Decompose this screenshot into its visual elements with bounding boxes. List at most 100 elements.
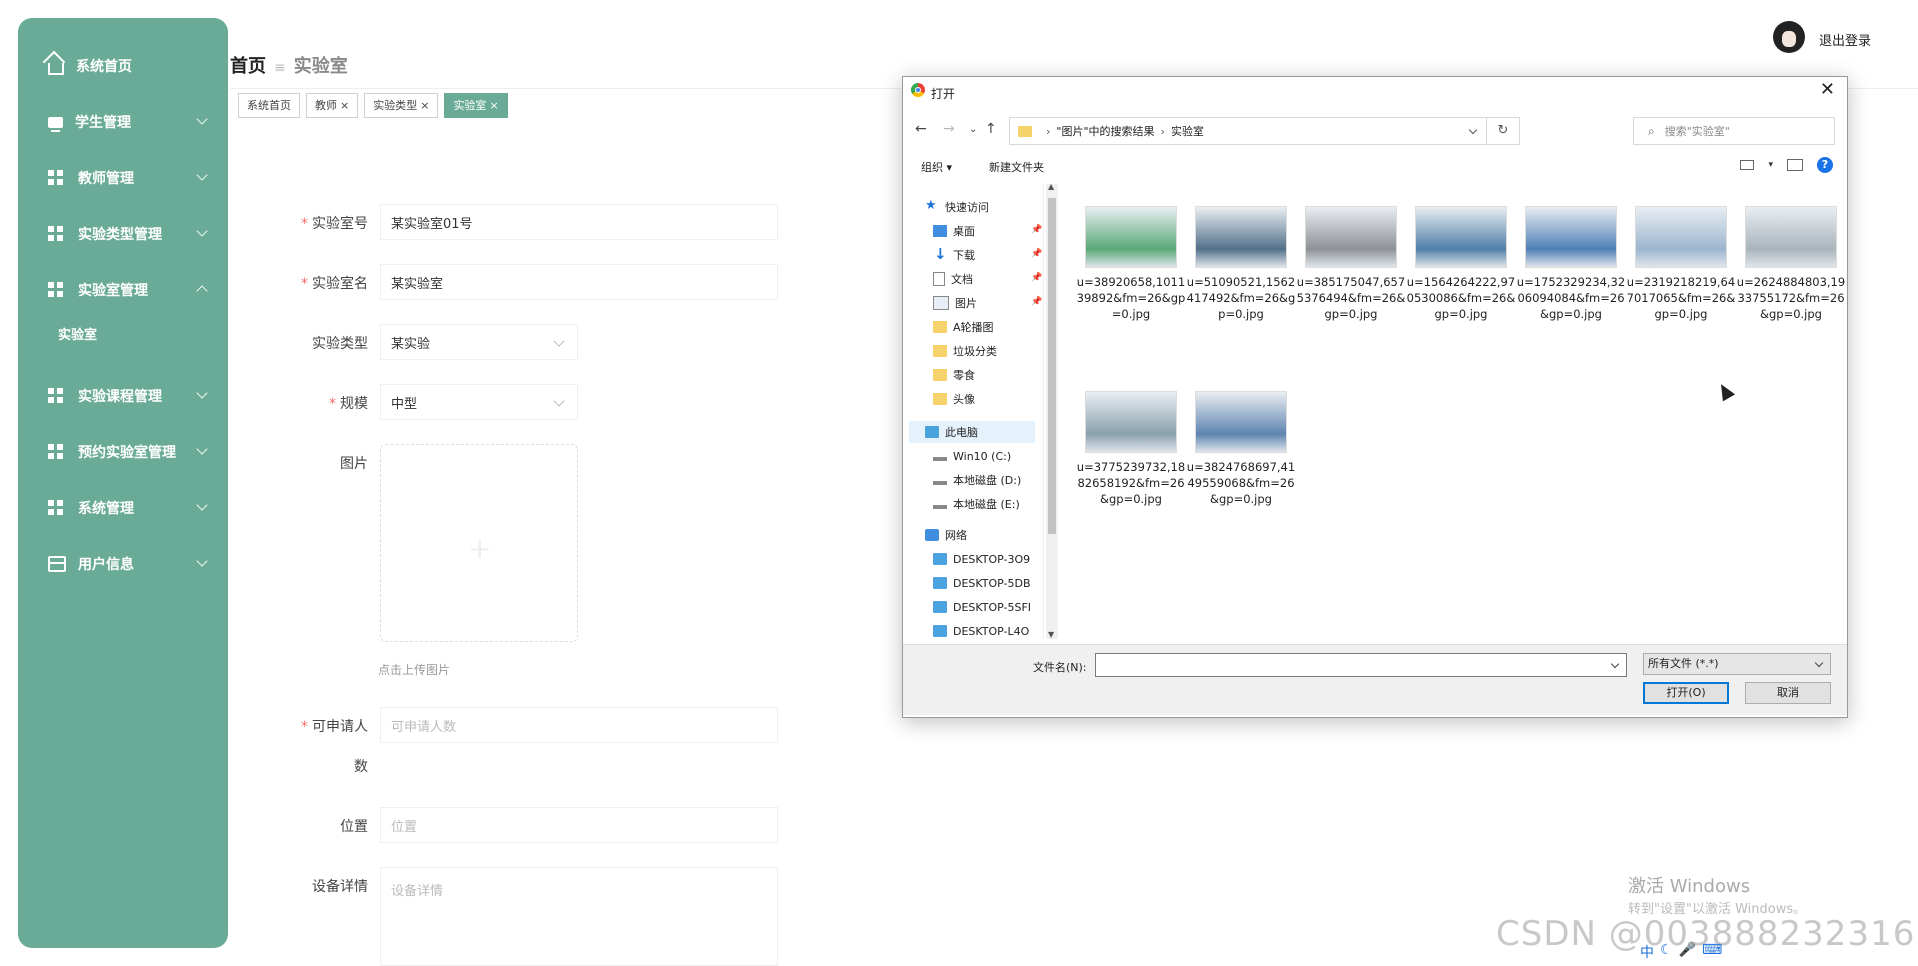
lab-name-input[interactable]: 某实验室	[380, 264, 778, 300]
drive-icon	[933, 457, 947, 461]
open-button[interactable]: 打开(O)	[1643, 682, 1729, 704]
sidebar-item-teachers[interactable]: 教师管理	[18, 158, 228, 198]
up-arrow-icon[interactable]: ↑	[985, 121, 997, 137]
image-thumbnail	[1085, 391, 1177, 453]
microphone-icon[interactable]: 🎤	[1679, 942, 1696, 962]
tree-item[interactable]: DESKTOP-L4O	[933, 620, 1029, 639]
tree-item[interactable]: 桌面	[933, 220, 975, 242]
sidebar-item-label: 系统管理	[78, 501, 134, 517]
sidebar-item-user-info[interactable]: 用户信息	[18, 544, 228, 584]
file-item[interactable]: u=3824768697,4149559068&fm=26&gp=0.jpg	[1186, 391, 1296, 507]
sidebar-item-students[interactable]: 学生管理	[18, 102, 228, 142]
search-input[interactable]: ⌕ 搜索"实验室"	[1633, 117, 1835, 145]
sidebar-item-reservations[interactable]: 预约实验室管理	[18, 432, 228, 472]
tree-item[interactable]: 文档	[933, 268, 973, 290]
sidebar-item-lab-types[interactable]: 实验类型管理	[18, 214, 228, 254]
filename-label: 文件名(N):	[1033, 661, 1087, 674]
home-icon	[48, 63, 64, 75]
tree-item[interactable]: DESKTOP-3O9	[933, 548, 1030, 570]
scroll-thumb[interactable]	[1048, 198, 1056, 534]
avatar[interactable]	[1773, 21, 1805, 53]
chevron-down-icon	[196, 113, 208, 125]
chevron-right-icon: ›	[1160, 124, 1165, 138]
preview-pane-icon[interactable]	[1787, 159, 1803, 171]
tree-item[interactable]: 图片	[933, 292, 977, 314]
tree-item[interactable]: 垃圾分类	[933, 340, 997, 362]
filetype-select[interactable]: 所有文件 (*.*)	[1643, 653, 1831, 675]
tree-item[interactable]: Win10 (C:)	[933, 445, 1011, 467]
file-item[interactable]: u=385175047,6575376494&fm=26&gp=0.jpg	[1296, 206, 1406, 322]
tree-item[interactable]: 此电脑	[925, 421, 978, 443]
tag-lab-type[interactable]: 实验类型 ×	[364, 93, 439, 118]
tag-teacher[interactable]: 教师 ×	[306, 93, 359, 118]
nav-scrollbar[interactable]: ▲ ▼	[1046, 182, 1058, 639]
tree-item[interactable]: DESKTOP-5DB	[933, 572, 1031, 594]
back-arrow-icon[interactable]: ←	[915, 121, 927, 137]
help-icon[interactable]: ?	[1817, 157, 1833, 173]
cancel-button[interactable]: 取消	[1745, 682, 1831, 704]
file-item[interactable]: u=2624884803,1933755172&fm=26&gp=0.jpg	[1736, 206, 1846, 322]
organize-button[interactable]: 组织 ▾	[921, 159, 952, 175]
breadcrumb-home[interactable]: 首页	[230, 56, 266, 77]
keyboard-icon[interactable]: ⌨	[1702, 942, 1722, 962]
scale-select[interactable]: 中型	[380, 384, 578, 420]
sidebar-item-courses[interactable]: 实验课程管理	[18, 376, 228, 416]
chevron-right-icon: ›	[1046, 124, 1051, 138]
logout-link[interactable]: 退出登录	[1819, 30, 1871, 49]
ime-indicator[interactable]: 中	[1640, 942, 1654, 962]
sidebar-item-home[interactable]: 系统首页	[18, 46, 228, 86]
chevron-up-icon	[196, 285, 208, 297]
tree-item[interactable]: A轮播图	[933, 316, 994, 338]
tree-item[interactable]: 本地磁盘 (D:)	[933, 469, 1021, 491]
close-icon[interactable]: ✕	[1820, 79, 1835, 100]
image-upload[interactable]: +	[380, 444, 578, 642]
tree-item[interactable]: 网络	[925, 524, 967, 546]
tag-home[interactable]: 系统首页	[238, 93, 300, 118]
capacity-input[interactable]: 可申请人数	[380, 707, 778, 743]
tree-item[interactable]: 下载	[933, 244, 975, 266]
file-item[interactable]: u=2319218219,647017065&fm=26&gp=0.jpg	[1626, 206, 1736, 322]
file-item[interactable]: u=1752329234,3206094084&fm=26&gp=0.jpg	[1516, 206, 1626, 322]
address-bar[interactable]: › "图片"中的搜索结果 › 实验室	[1009, 117, 1487, 145]
scroll-up-icon[interactable]: ▲	[1048, 182, 1054, 191]
scroll-down-icon[interactable]: ▼	[1048, 630, 1054, 639]
file-item[interactable]: u=1564264222,970530086&fm=26&gp=0.jpg	[1406, 206, 1516, 322]
chevron-down-icon[interactable]	[1610, 659, 1620, 669]
close-icon[interactable]: ×	[340, 99, 349, 112]
lab-type-select[interactable]: 某实验	[380, 324, 578, 360]
sidebar-subitem-lab[interactable]: 实验室	[58, 324, 97, 343]
tree-item[interactable]: DESKTOP-5SFI	[933, 596, 1031, 618]
close-icon[interactable]: ×	[420, 99, 429, 112]
equipment-textarea[interactable]: 设备详情	[380, 867, 778, 966]
recent-dropdown-icon[interactable]: ⌄	[969, 124, 977, 135]
filename-input[interactable]	[1095, 653, 1627, 677]
tag-lab[interactable]: 实验室 ×	[444, 93, 508, 118]
chevron-down-icon[interactable]: ▾	[1768, 160, 1773, 170]
file-name: u=2624884803,1933755172&fm=26&gp=0.jpg	[1736, 275, 1846, 321]
close-icon[interactable]: ×	[489, 99, 498, 112]
location-input[interactable]: 位置	[380, 807, 778, 843]
address-part[interactable]: 实验室	[1171, 123, 1204, 139]
pin-icon: 📌	[1031, 273, 1043, 283]
tree-item[interactable]: 头像	[933, 388, 975, 410]
image-thumbnail	[1635, 206, 1727, 268]
tree-item[interactable]: 零食	[933, 364, 975, 386]
new-folder-button[interactable]: 新建文件夹	[989, 159, 1044, 175]
moon-icon[interactable]: ☾	[1660, 942, 1673, 962]
forward-arrow-icon[interactable]: →	[943, 121, 955, 137]
tree-item[interactable]: 本地磁盘 (E:)	[933, 493, 1020, 515]
view-mode-icon[interactable]	[1740, 160, 1755, 170]
address-part[interactable]: "图片"中的搜索结果	[1056, 123, 1154, 139]
folder-icon	[933, 345, 947, 357]
chevron-down-icon[interactable]	[1468, 125, 1478, 135]
file-open-dialog: 打开 ✕ ← → ⌄ ↑ › "图片"中的搜索结果 › 实验室 ↻ ⌕ 搜索"实…	[902, 76, 1848, 718]
document-icon	[933, 272, 945, 286]
tree-item[interactable]: 快速访问	[925, 196, 989, 218]
file-item[interactable]: u=51090521,1562417492&fm=26&gp=0.jpg	[1186, 206, 1296, 322]
file-item[interactable]: u=38920658,101139892&fm=26&gp=0.jpg	[1076, 206, 1186, 322]
refresh-icon[interactable]: ↻	[1486, 117, 1520, 145]
sidebar-item-labs[interactable]: 实验室管理	[18, 270, 228, 310]
sidebar-item-system[interactable]: 系统管理	[18, 488, 228, 528]
lab-no-input[interactable]: 某实验室01号	[380, 204, 778, 240]
file-item[interactable]: u=3775239732,1882658192&fm=26&gp=0.jpg	[1076, 391, 1186, 507]
